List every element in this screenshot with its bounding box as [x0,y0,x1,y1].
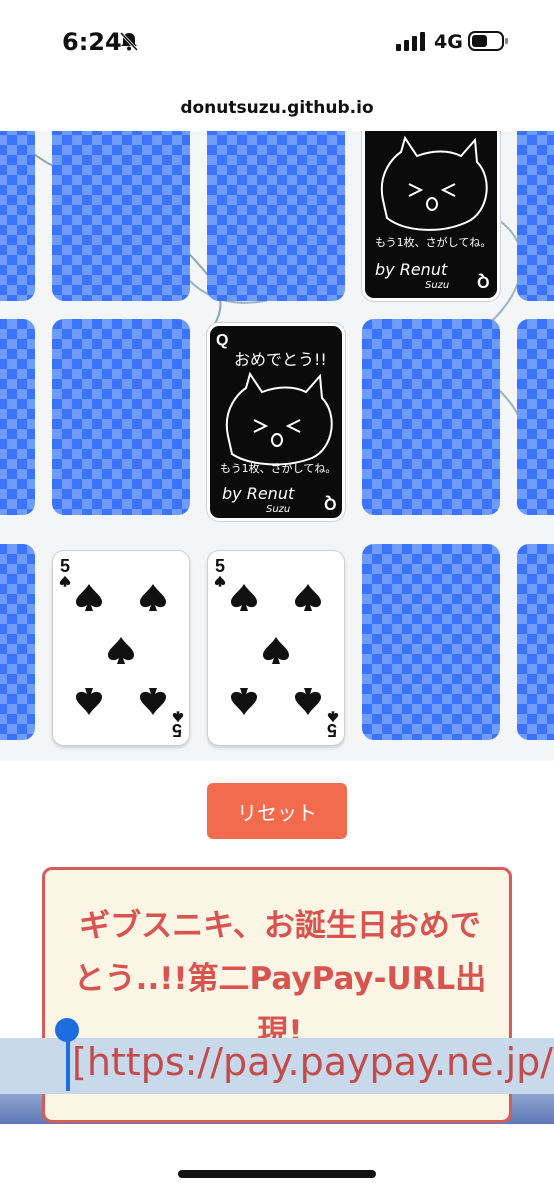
selected-link-row[interactable]: [https://pay.paypay.ne.jp/ [0,1038,554,1094]
message-headline: ギブスニキ、お誕生日おめでとう..!!第二PayPay-URL出現! [73,908,487,1050]
spade-icon [76,688,102,715]
card-rank: Q [323,495,336,512]
congrats-card-subtext: もう1枚、さがしてね。 [375,236,492,249]
spade-icon [59,575,71,587]
spade-icon [263,637,289,664]
home-indicator[interactable] [178,1170,376,1178]
cat-face-icon [380,135,488,231]
spade-icon [295,688,321,715]
face-down-card[interactable] [52,319,190,515]
spade-icon [295,584,321,611]
congrats-card-text: おめでとう!! [234,350,327,369]
card-rank: Q [216,332,229,349]
paypay-link[interactable]: [https://pay.paypay.ne.jp/ [72,1040,553,1084]
congrats-card-subtext: もう1枚、さがしてね。 [220,462,337,475]
face-down-card[interactable] [0,319,35,515]
face-down-card[interactable] [207,131,345,301]
reset-button[interactable]: リセット [207,783,347,839]
face-down-card[interactable] [362,319,500,515]
clock: 6:24 [62,28,122,56]
card-rank: 5 [326,720,337,740]
silent-bell-icon [119,31,139,52]
cat-face-icon [225,371,333,466]
signature-sub: Suzu [425,280,450,291]
face-down-card[interactable] [362,544,500,740]
congrats-card[interactable]: おめでとう!! もう1枚、さがしてね。 by Renut Suzu Q [362,131,500,301]
signature: by Renut [375,260,448,279]
message-box-bottom-border [42,1094,512,1123]
signature-sub: Suzu [266,504,291,515]
spade-icon [214,575,226,587]
face-down-card[interactable] [52,131,190,301]
url-text: donutsuzu.github.io [180,98,374,118]
signature: by Renut [222,484,295,503]
spade-icon [76,584,102,611]
card-rank: 5 [215,556,226,576]
five-of-spades-card[interactable]: 5 5 [207,550,345,746]
card-rank: 5 [171,720,182,740]
face-down-card[interactable] [517,319,554,515]
spade-icon [231,584,257,611]
congrats-card[interactable]: Q おめでとう!! もう1枚、さがしてね。 by Renut Suzu Q [207,323,345,521]
status-bar: 6:24 4G [0,0,554,80]
card-rank: Q [476,273,489,290]
congrats-card-text: おめでとう!! [381,131,468,133]
address-bar[interactable]: donutsuzu.github.io [0,88,554,128]
spade-icon [140,584,166,611]
face-down-card[interactable] [0,544,35,740]
text-selection-caret[interactable] [66,1029,70,1091]
spade-icon [231,688,257,715]
signal-strength-icon [396,32,425,51]
spade-icon [140,688,166,715]
battery-icon [468,31,508,51]
face-down-card[interactable] [0,131,35,301]
face-down-card[interactable] [517,544,554,740]
face-down-card[interactable] [517,131,554,301]
card-rank: 5 [60,556,71,576]
spade-icon [108,637,134,664]
network-type: 4G [434,31,463,53]
five-of-spades-card[interactable]: 5 5 [52,550,190,746]
memory-card-board: おめでとう!! もう1枚、さがしてね。 by Renut Suzu Q Q おめ… [0,131,554,761]
